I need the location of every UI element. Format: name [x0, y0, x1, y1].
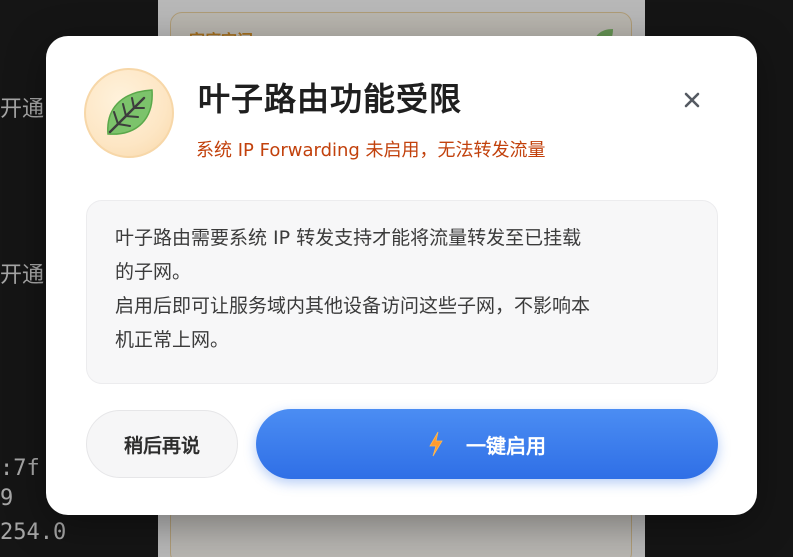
- description-line: 叶子路由需要系统 IP 转发支持才能将流量转发至已挂载: [115, 227, 582, 249]
- feature-limited-dialog: 叶子路由功能受限 系统 IP Forwarding 未启用，无法转发流量 叶子路…: [46, 36, 757, 515]
- enable-button[interactable]: 一键启用: [256, 409, 718, 479]
- later-button[interactable]: 稍后再说: [86, 410, 238, 478]
- enable-button-label: 一键启用: [466, 433, 546, 458]
- description-line: 机正常上网。: [115, 329, 230, 351]
- leaf-icon: [107, 89, 153, 135]
- close-button[interactable]: [672, 80, 712, 120]
- description-box: 叶子路由需要系统 IP 转发支持才能将流量转发至已挂载 的子网。 启用后即可让服…: [86, 200, 718, 384]
- dialog-title: 叶子路由功能受限: [198, 80, 463, 118]
- close-icon: [684, 92, 700, 108]
- description-line: 的子网。: [115, 261, 192, 283]
- leaf-badge: [84, 68, 174, 158]
- dialog-subtitle: 系统 IP Forwarding 未启用，无法转发流量: [196, 140, 546, 161]
- lightning-icon: [429, 431, 443, 457]
- description-line: 启用后即可让服务域内其他设备访问这些子网，不影响本: [115, 295, 591, 317]
